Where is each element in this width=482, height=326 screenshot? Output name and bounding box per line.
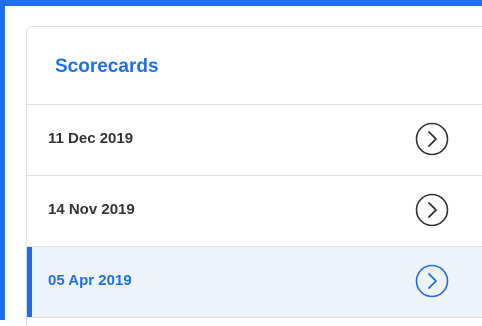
selection-indicator	[27, 247, 32, 317]
scorecard-row-selected[interactable]: 05 Apr 2019	[27, 247, 482, 318]
scorecard-date: 14 Nov 2019	[48, 201, 135, 218]
panel-header: Scorecards	[27, 27, 482, 105]
scorecard-row[interactable]: 14 Nov 2019	[27, 176, 482, 247]
chevron-right-circle-icon[interactable]	[415, 193, 449, 227]
chevron-right-circle-icon[interactable]	[415, 122, 449, 156]
scorecard-date: 11 Dec 2019	[48, 130, 134, 147]
scorecards-panel: Scorecards 11 Dec 2019 14 Nov 2019 05 Ap…	[26, 26, 482, 326]
page-title: Scorecards	[55, 56, 159, 77]
scorecard-date: 05 Apr 2019	[48, 272, 132, 289]
scorecard-row[interactable]: 11 Dec 2019	[27, 105, 482, 176]
app-frame: Scorecards 11 Dec 2019 14 Nov 2019 05 Ap…	[0, 0, 482, 326]
chevron-right-circle-icon[interactable]	[415, 264, 449, 298]
